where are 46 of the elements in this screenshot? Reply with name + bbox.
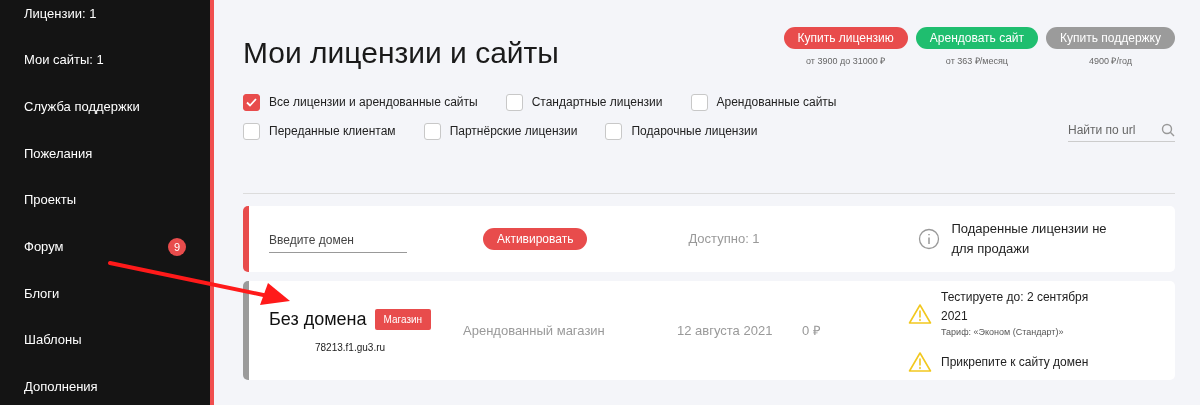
- sidebar-item[interactable]: Форум 9: [0, 223, 210, 271]
- filter-label[interactable]: Партнёрские лицензии: [449, 122, 578, 140]
- filter-label[interactable]: Подарочные лицензии: [631, 122, 758, 140]
- sidebar-item[interactable]: Блоги: [0, 270, 210, 317]
- warning-icon: [908, 351, 932, 374]
- sidebar-item[interactable]: Мои сайты: 1: [0, 36, 210, 84]
- sidebar-item[interactable]: Пожелания: [0, 130, 210, 177]
- search-field[interactable]: Найти по url: [1068, 120, 1153, 139]
- site-date: 12 августа 2021: [677, 321, 774, 340]
- price-note: от 3900 до 31000 ₽: [806, 55, 886, 68]
- tariff-note: Тариф: «Эконом (Стандарт)»: [941, 325, 1065, 339]
- available-count: Доступно: 1: [688, 230, 761, 249]
- sidebar-item[interactable]: Лицензии: 1: [0, 0, 210, 37]
- action-button[interactable]: Купить лицензию: [783, 27, 908, 49]
- warning-text: Тестируете до: 2 сентября 2021: [941, 288, 1090, 325]
- warning-icon: [908, 302, 932, 325]
- sidebar-item[interactable]: Служба поддержки: [0, 83, 210, 131]
- domain-field[interactable]: Введите домен: [269, 231, 407, 253]
- checkbox[interactable]: [423, 122, 441, 140]
- search-icon[interactable]: [1161, 122, 1175, 137]
- filter-label[interactable]: Арендованные сайты: [716, 93, 837, 111]
- warning-text: Прикрепите к сайту домен: [941, 353, 1090, 371]
- activate-button[interactable]: Активировать: [483, 228, 588, 250]
- price-note: от 363 ₽/месяц: [945, 55, 1008, 68]
- checkbox[interactable]: [605, 122, 623, 140]
- info-text: Подаренные лицензии не для продажи: [951, 220, 1108, 258]
- filter-label[interactable]: Все лицензии и арендованные сайты: [269, 93, 478, 111]
- tag: Магазин: [374, 309, 432, 330]
- sidebar-item[interactable]: Проекты: [0, 176, 210, 224]
- checkbox[interactable]: [505, 93, 523, 111]
- site-url[interactable]: 78213.f1.gu3.ru: [315, 340, 386, 355]
- sidebar-item[interactable]: Шаблоны: [0, 316, 210, 364]
- sidebar-item[interactable]: Дополнения: [0, 363, 210, 405]
- checkbox[interactable]: [243, 93, 260, 111]
- site-price: 0 ₽: [802, 321, 822, 340]
- site-name: Без домена: [269, 308, 367, 331]
- filter-label[interactable]: Переданные клиентам: [269, 122, 396, 140]
- count-badge: 9: [168, 237, 186, 256]
- filter-label[interactable]: Стандартные лицензии: [531, 93, 663, 111]
- price-note: 4900 ₽/год: [1088, 55, 1133, 68]
- check-icon: [246, 97, 257, 107]
- checkbox[interactable]: [690, 93, 708, 111]
- page-title: Мои лицензии и сайты: [243, 35, 559, 71]
- checkbox[interactable]: [243, 122, 260, 140]
- site-type: Арендованный магазин: [463, 321, 606, 340]
- info-icon: [918, 228, 941, 250]
